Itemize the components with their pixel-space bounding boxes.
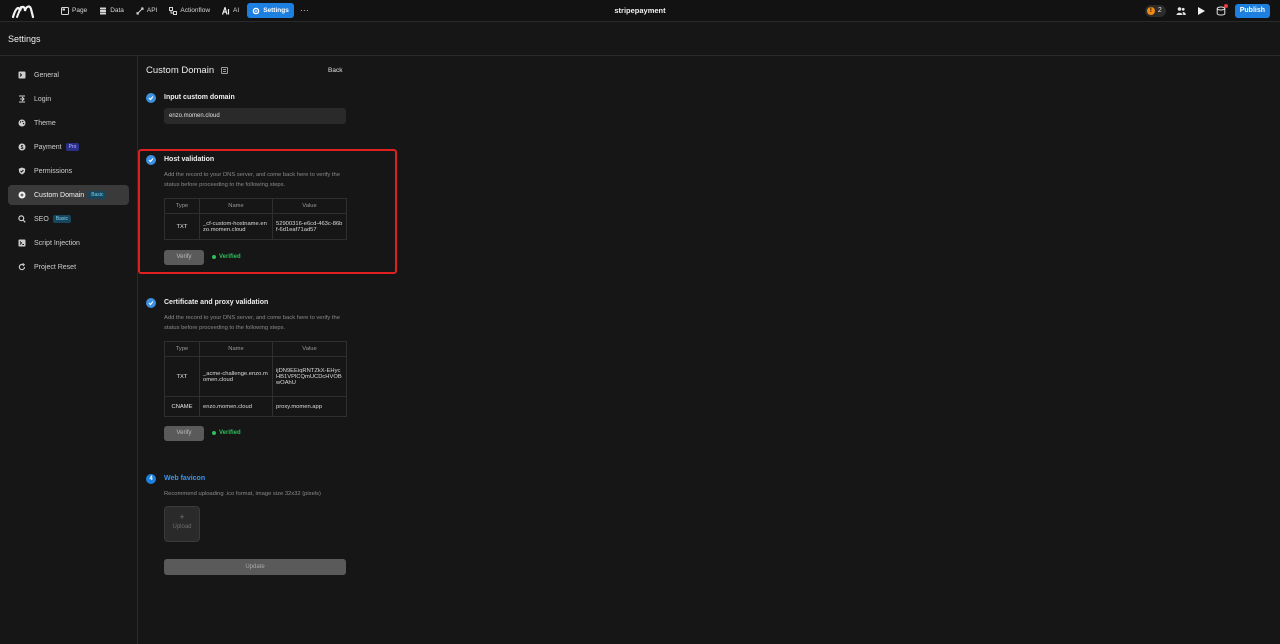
reset-icon bbox=[18, 263, 26, 271]
login-icon bbox=[19, 95, 25, 103]
sidebar-item-login[interactable]: Login bbox=[8, 89, 129, 109]
pro-badge: Pro bbox=[65, 143, 80, 151]
favicon-upload[interactable]: + Upload bbox=[164, 506, 200, 542]
record-name[interactable]: enzo.momen.cloud bbox=[199, 396, 273, 417]
sidebar-item-label: General bbox=[34, 71, 59, 79]
sidebar-item-permissions[interactable]: Permissions bbox=[8, 161, 129, 181]
record-name[interactable]: _cf-custom-hostname.enzo.momen.cloud bbox=[199, 213, 273, 240]
sidebar-item-label: Project Reset bbox=[34, 263, 77, 271]
table-row: TXT _acme-challenge.enzo.momen.cloud ijD… bbox=[164, 356, 347, 397]
step-2-title: Host validation bbox=[164, 156, 215, 163]
step-4-description: Recommend uploading .ico format, image s… bbox=[164, 491, 321, 497]
host-validation-table: Type Name Value TXT _cf-custom-hostname.… bbox=[164, 198, 347, 240]
settings-title: Settings bbox=[8, 34, 41, 44]
sidebar-item-theme[interactable]: Theme bbox=[8, 113, 129, 133]
status-dot bbox=[1223, 3, 1228, 8]
record-type: CNAME bbox=[164, 396, 200, 417]
table-header-row: Type Name Value bbox=[164, 198, 347, 214]
verify-button[interactable]: Verify bbox=[164, 426, 204, 441]
sidebar-item-label: Theme bbox=[34, 119, 56, 127]
verified-label: Verified bbox=[219, 254, 241, 260]
alert-icon: ! bbox=[1146, 6, 1155, 15]
top-right-tools: ! 2 Publish bbox=[1144, 3, 1270, 18]
top-bar: Page Data API Actionflow AI Settings ⋯ s… bbox=[0, 0, 1280, 22]
code-icon bbox=[18, 239, 26, 247]
column-header-value: Value bbox=[272, 198, 347, 214]
settings-header: Settings bbox=[0, 23, 1280, 56]
collaborators-icon[interactable] bbox=[1175, 5, 1187, 17]
search-icon bbox=[18, 215, 26, 223]
step-3-description: Add the record to your DNS server, and c… bbox=[164, 315, 340, 331]
step-2-description: Add the record to your DNS server, and c… bbox=[164, 172, 340, 188]
basic-badge: Basic bbox=[88, 191, 107, 199]
column-header-name: Name bbox=[199, 198, 273, 214]
sidebar-item-label: Permissions bbox=[34, 167, 73, 175]
step-2-check-icon bbox=[146, 155, 156, 165]
column-header-name: Name bbox=[199, 341, 273, 357]
notification-badge[interactable]: ! 2 bbox=[1144, 4, 1166, 17]
sidebar-item-project-reset[interactable]: Project Reset bbox=[8, 257, 129, 277]
verify-button[interactable]: Verify bbox=[164, 250, 204, 265]
step-1-title: Input custom domain bbox=[164, 94, 235, 101]
update-button[interactable]: Update bbox=[164, 559, 346, 575]
sidebar-item-seo[interactable]: SEO Basic bbox=[8, 209, 129, 229]
deploy-status-icon[interactable] bbox=[1215, 3, 1228, 17]
custom-domain-input[interactable]: enzo.momen.cloud bbox=[164, 108, 346, 124]
sidebar-item-general[interactable]: General bbox=[8, 65, 129, 85]
step-3-check-icon bbox=[146, 298, 156, 308]
sidebar-item-label: Login bbox=[34, 95, 52, 103]
table-row: TXT _cf-custom-hostname.enzo.momen.cloud… bbox=[164, 213, 347, 240]
upload-label: Upload bbox=[172, 524, 192, 530]
terminal-icon bbox=[18, 71, 26, 79]
record-value[interactable]: 52900316-e6cd-463c-86bf-6d1eaf71ad57 bbox=[272, 213, 347, 240]
svg-text:$: $ bbox=[21, 145, 24, 151]
step-1-check-icon bbox=[146, 93, 156, 103]
record-value[interactable]: ijDN9EEiqRNTZkX-EHycHB1VPlCQmUCDcHVOBwOA… bbox=[272, 356, 347, 397]
sidebar-item-script-injection[interactable]: Script Injection bbox=[8, 233, 129, 253]
back-button[interactable]: Back bbox=[322, 65, 348, 76]
globe-icon bbox=[18, 191, 26, 199]
preview-play-icon[interactable] bbox=[1195, 5, 1207, 17]
column-header-value: Value bbox=[272, 341, 347, 357]
sidebar-item-label: Script Injection bbox=[34, 239, 80, 247]
project-name: stripepayment bbox=[614, 6, 666, 15]
certificate-validation-table: Type Name Value TXT _acme-challenge.enzo… bbox=[164, 341, 347, 417]
status-dot bbox=[212, 255, 216, 259]
sidebar-item-label: SEO bbox=[34, 215, 49, 223]
record-type: TXT bbox=[164, 213, 200, 240]
table-row: CNAME enzo.momen.cloud proxy.momen.app bbox=[164, 396, 347, 417]
sidebar-item-label: Payment bbox=[34, 143, 62, 151]
step-4-number: 4 bbox=[146, 474, 156, 484]
dollar-icon: $ bbox=[18, 143, 26, 151]
column-header-type: Type bbox=[164, 198, 200, 214]
record-value[interactable]: proxy.momen.app bbox=[272, 396, 347, 417]
sidebar-item-payment[interactable]: $ Payment Pro bbox=[8, 137, 129, 157]
record-name[interactable]: _acme-challenge.enzo.momen.cloud bbox=[199, 356, 273, 397]
page-title-text: Custom Domain bbox=[146, 65, 215, 76]
table-header-row: Type Name Value bbox=[164, 341, 347, 357]
record-type: TXT bbox=[164, 356, 200, 397]
verified-status: Verified bbox=[212, 430, 241, 436]
step-4-title: Web favicon bbox=[164, 475, 206, 482]
step-3-title: Certificate and proxy validation bbox=[164, 299, 269, 306]
document-icon[interactable] bbox=[221, 67, 229, 74]
shield-icon bbox=[18, 167, 26, 175]
verified-label: Verified bbox=[219, 430, 241, 436]
notification-count: 2 bbox=[1157, 7, 1162, 14]
basic-badge: Basic bbox=[52, 215, 72, 223]
verified-status: Verified bbox=[212, 254, 241, 260]
sidebar-item-label: Custom Domain bbox=[34, 191, 85, 199]
palette-icon bbox=[18, 119, 26, 127]
sidebar-item-custom-domain[interactable]: Custom Domain Basic bbox=[8, 185, 129, 205]
publish-button[interactable]: Publish bbox=[1234, 3, 1270, 18]
settings-sidebar: General Login Theme $ Payment Pro Permis… bbox=[0, 56, 138, 644]
column-header-type: Type bbox=[164, 341, 200, 357]
status-dot bbox=[212, 431, 216, 435]
plus-icon: + bbox=[179, 512, 185, 522]
page-title: Custom Domain bbox=[146, 65, 229, 76]
